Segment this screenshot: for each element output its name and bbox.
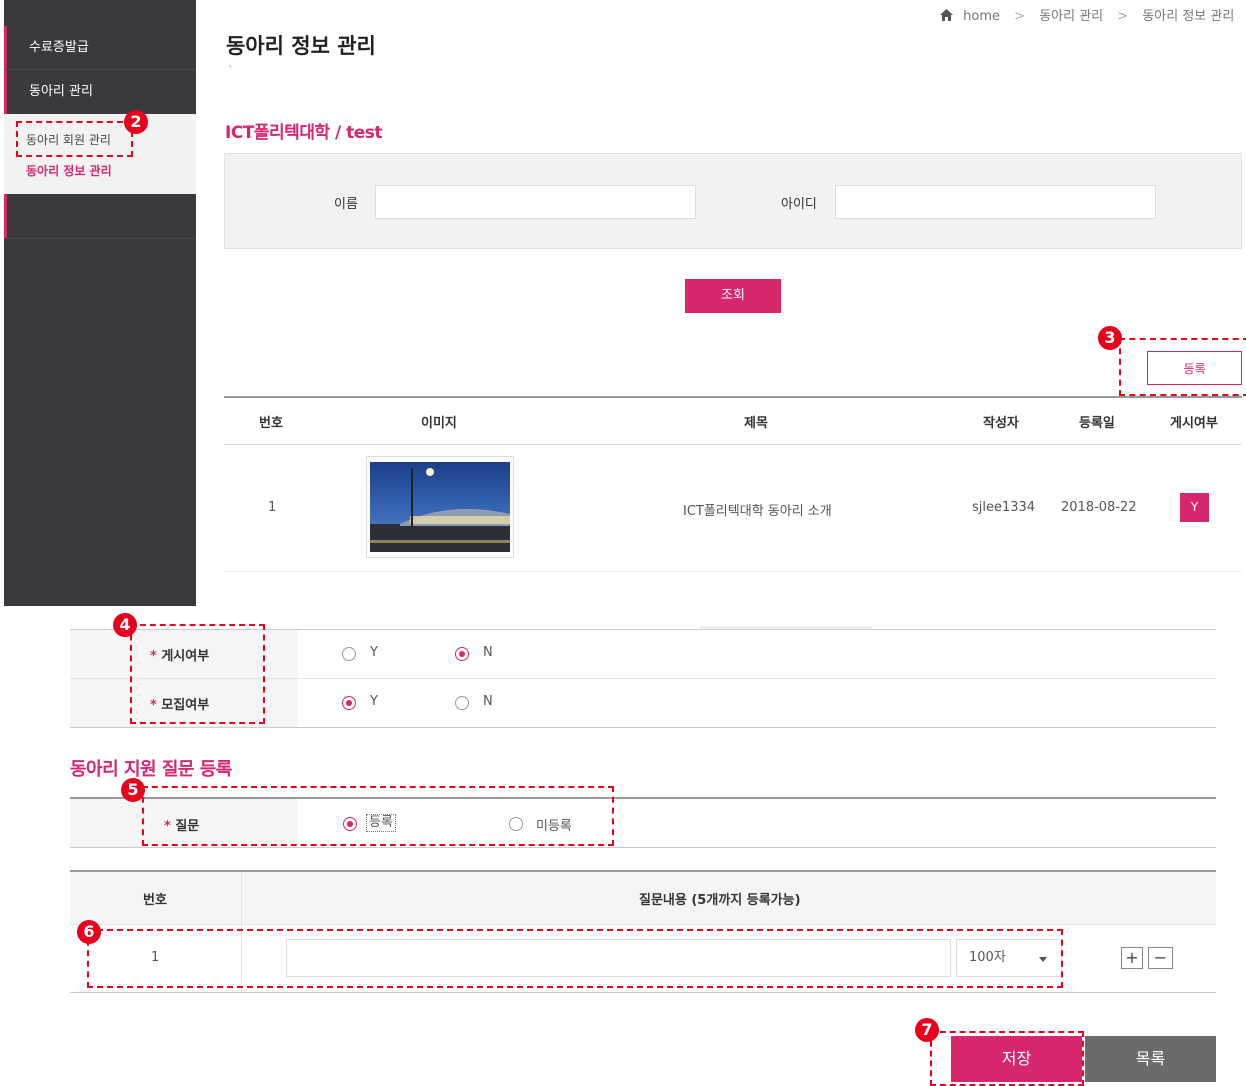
title-mark: ` (228, 64, 234, 77)
table-row-border (224, 571, 1242, 572)
sidebar: 수료증발급 동아리 관리 동아리 회원 관리 동아리 정보 관리 (4, 0, 196, 606)
breadcrumb: home > 동아리 관리 > 동아리 정보 관리 (940, 5, 1234, 24)
callout-box-2 (16, 121, 133, 157)
callout-badge-3: 3 (1098, 326, 1122, 350)
add-question-button[interactable]: + (1121, 947, 1143, 969)
qtable-bottom-border (70, 992, 1216, 993)
row-number: 1 (268, 500, 277, 515)
callout-box-4 (130, 624, 265, 724)
callout-box-6 (87, 929, 1063, 988)
table-header-image: 이미지 (421, 416, 457, 431)
breadcrumb-level1[interactable]: 동아리 관리 (1039, 9, 1103, 24)
table-header-border (224, 444, 1242, 445)
name-label: 이름 (334, 197, 358, 212)
row-author: sjlee1334 (972, 500, 1036, 515)
callout-box-3 (1119, 338, 1246, 396)
row-title[interactable]: ICT폴리텍대학 동아리 소개 (683, 500, 832, 519)
table-top-border (224, 396, 1242, 398)
callout-badge-6: 6 (77, 920, 101, 944)
page-title: 동아리 정보 관리 (226, 34, 376, 58)
posting-radio-n[interactable] (455, 647, 469, 661)
callout-badge-5: 5 (121, 778, 145, 802)
club-heading: ICT폴리텍대학 / test (225, 123, 383, 143)
breadcrumb-level2[interactable]: 동아리 정보 관리 (1142, 9, 1234, 24)
qtable-header-border (70, 924, 1216, 925)
sidebar-item-club-management[interactable]: 동아리 관리 (4, 70, 196, 114)
qtable-header-no: 번호 (143, 893, 167, 908)
sidebar-item-label: 수료증발급 (29, 40, 89, 55)
recruit-option-y: Y (370, 694, 378, 709)
recruit-radio-n[interactable] (455, 696, 469, 710)
sidebar-item-label: 동아리 관리 (29, 84, 93, 99)
id-label: 아이디 (781, 197, 817, 212)
search-button[interactable]: 조회 (685, 279, 781, 313)
callout-badge-2: 2 (124, 110, 148, 134)
posting-radio-y[interactable] (342, 647, 356, 661)
id-input[interactable] (835, 185, 1156, 219)
breadcrumb-separator: > (1117, 9, 1129, 24)
question-bottom-border (70, 847, 1216, 848)
home-icon[interactable] (940, 9, 953, 21)
table-header-posted: 게시여부 (1170, 416, 1218, 431)
row-date: 2018-08-22 (1061, 500, 1137, 515)
table-header-no: 번호 (259, 416, 283, 431)
recruit-option-n: N (483, 694, 493, 709)
question-section-heading: 동아리 지원 질문 등록 (70, 759, 232, 780)
callout-box-7 (930, 1031, 1084, 1086)
row-thumbnail[interactable] (366, 456, 514, 558)
posting-option-y: Y (370, 645, 378, 660)
sidebar-accent-bar (4, 194, 7, 238)
qtable-header-content: 질문내용 (5개까지 등록가능) (639, 893, 801, 908)
table-header-date: 등록일 (1079, 416, 1115, 431)
breadcrumb-home[interactable]: home (963, 9, 1000, 24)
callout-badge-4: 4 (113, 613, 137, 637)
posting-option-n: N (483, 645, 493, 660)
sidebar-divider (4, 238, 196, 239)
remove-question-button[interactable]: − (1148, 947, 1173, 969)
sidebar-sub-item-info[interactable]: 동아리 정보 관리 (26, 162, 112, 179)
name-input[interactable] (375, 185, 696, 219)
recruit-radio-y[interactable] (342, 696, 356, 710)
form-bottom-border (70, 727, 1216, 728)
list-button[interactable]: 목록 (1085, 1036, 1216, 1082)
posted-badge[interactable]: Y (1180, 493, 1209, 522)
breadcrumb-separator: > (1014, 9, 1026, 24)
sidebar-item-certificate[interactable]: 수료증발급 (4, 26, 196, 70)
thumbnail-photo (370, 462, 510, 552)
table-header-title: 제목 (744, 416, 768, 431)
table-header-author: 작성자 (983, 416, 1019, 431)
callout-badge-7: 7 (915, 1018, 939, 1042)
callout-box-5 (142, 786, 614, 846)
